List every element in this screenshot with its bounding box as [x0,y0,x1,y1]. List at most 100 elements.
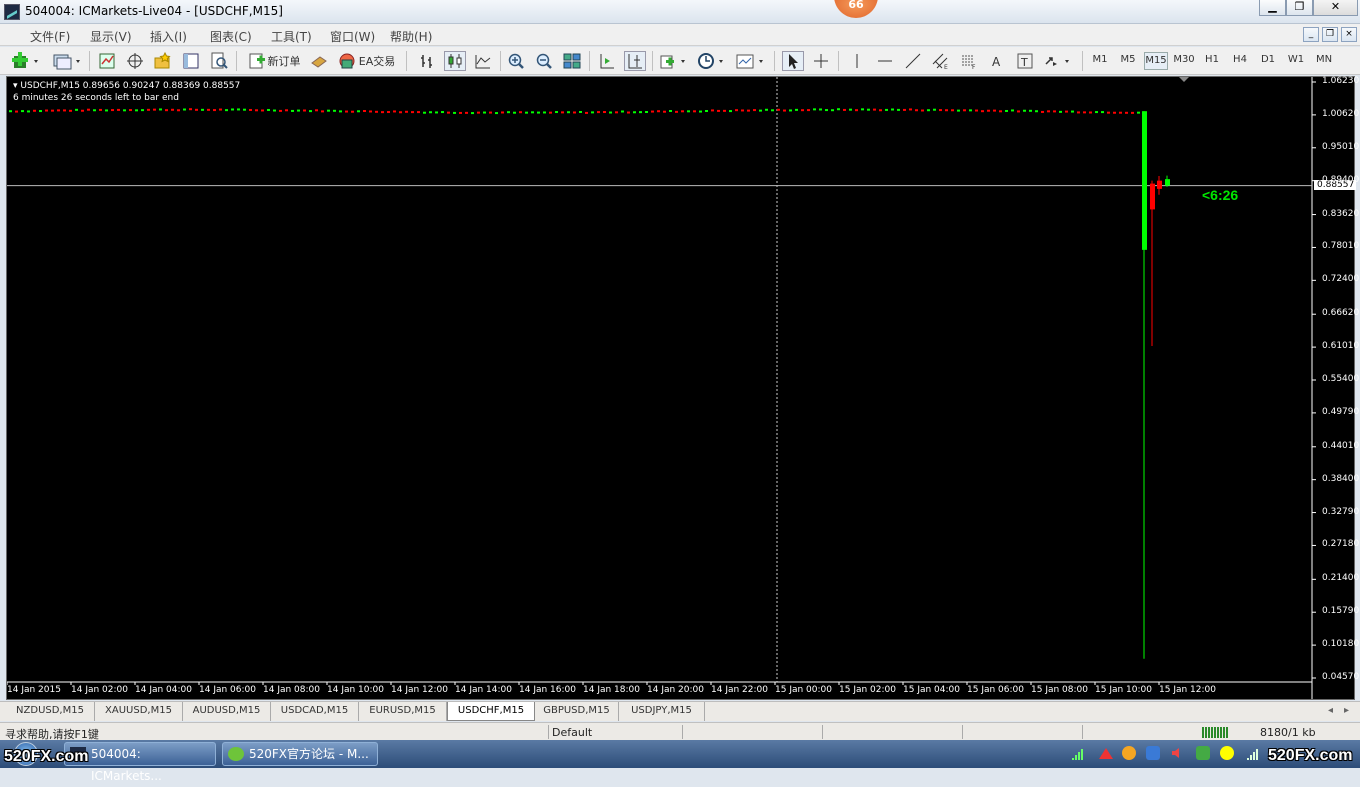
time-tick-label: 15 Jan 12:00 [1159,685,1216,695]
timeframe-d1[interactable]: D1 [1256,52,1280,70]
periods-button[interactable] [696,51,728,71]
ea-trading-label: EA交易 [358,55,396,68]
vertical-line-button[interactable] [846,51,868,71]
antivirus-shield-icon[interactable] [1196,746,1210,760]
connection-status-icon[interactable] [1202,727,1228,738]
menu-tools[interactable]: 工具(T) [271,28,312,45]
volume-icon[interactable] [1170,746,1184,760]
menu-file[interactable]: 文件(F) [30,28,70,45]
indicators-button[interactable] [658,51,690,71]
zoom-out-button[interactable] [533,51,555,71]
tab-usdcad[interactable]: USDCAD,M15 [271,702,359,721]
network-alert-icon[interactable] [1098,746,1113,760]
menu-view[interactable]: 显示(V) [90,28,132,45]
wifi-icon[interactable] [1070,746,1084,760]
candlestick-chart-button[interactable] [444,51,466,71]
taskbar-browser[interactable]: 520FX官方论坛 - M... [222,742,378,766]
fibonacci-icon: F [962,55,976,70]
menu-charts[interactable]: 图表(C) [210,28,252,45]
tab-scroll-right-icon[interactable]: ▸ [1344,705,1349,716]
update-icon[interactable] [1220,746,1234,760]
fibonacci-button[interactable]: F [958,51,980,71]
navigator-button[interactable] [124,51,146,71]
templates-button[interactable] [734,51,768,71]
bar-chart-button[interactable] [416,51,438,71]
close-button[interactable]: ✕ [1313,0,1358,16]
notification-badge[interactable]: 66 [834,0,878,18]
equidistant-channel-button[interactable]: E [930,51,952,71]
favorites-button[interactable] [152,51,174,71]
crosshair-tool-button[interactable] [810,51,832,71]
candle-body [1165,179,1170,186]
text-tool-button[interactable]: A [986,51,1008,71]
chart-shift-button[interactable] [624,51,646,71]
tab-usdchf[interactable]: USDCHF,M15 [447,702,535,721]
arrows-button[interactable] [1042,51,1074,71]
menu-bar: 文件(F) 显示(V) 插入(I) 图表(C) 工具(T) 窗口(W) 帮助(H… [0,24,1360,46]
mdi-close-button[interactable]: × [1341,27,1357,42]
tester-button[interactable] [208,51,230,71]
security-shield-icon[interactable] [1146,746,1160,760]
price-chart[interactable] [7,77,1354,699]
minimize-button[interactable]: ▁ [1259,0,1286,16]
timeframe-w1[interactable]: W1 [1284,52,1308,70]
status-profile: Default [552,726,593,739]
trendline-button[interactable] [902,51,924,71]
timeframe-mn[interactable]: MN [1312,52,1336,70]
bar-countdown: <6:26 [1202,187,1239,203]
menu-help[interactable]: 帮助(H) [390,28,432,45]
qq-icon[interactable] [1122,746,1136,760]
timeframe-h4[interactable]: H4 [1228,52,1252,70]
price-tick-label: 0.95010 [1322,141,1360,152]
horizontal-line-icon [878,60,892,62]
chart-window[interactable]: ▾ USDCHF,M15 0.89656 0.90247 0.88369 0.8… [6,76,1360,700]
metaeditor-button[interactable] [308,51,330,71]
tab-gbpusd[interactable]: GBPUSD,M15 [535,702,619,721]
tab-scroll-left-icon[interactable]: ◂ [1328,705,1333,716]
new-order-button[interactable]: 新订单 [243,51,305,71]
tab-usdjpy[interactable]: USDJPY,M15 [619,702,705,721]
market-watch-button[interactable] [96,51,118,71]
status-traffic: 8180/1 kb [1260,726,1316,739]
signal-icon[interactable] [1246,746,1260,760]
mdi-restore-button[interactable]: ❐ [1322,27,1338,42]
watermark-right: 520FX.com [1268,747,1353,764]
menu-window[interactable]: 窗口(W) [330,28,375,45]
taskbar: 504004: ICMarkets... 520FX官方论坛 - M... 52… [0,740,1360,783]
timeframe-m5[interactable]: M5 [1116,52,1140,70]
tab-eurusd[interactable]: EURUSD,M15 [359,702,447,721]
text-label-button[interactable]: T [1014,51,1036,71]
autoscroll-button[interactable] [596,51,618,71]
mdi-minimize-button[interactable]: _ [1303,27,1319,42]
maximize-button[interactable]: ❐ [1286,0,1313,16]
timeframe-h1[interactable]: H1 [1200,52,1224,70]
time-tick-label: 14 Jan 06:00 [199,685,256,695]
tab-xauusd[interactable]: XAUUSD,M15 [95,702,183,721]
line-chart-button[interactable] [472,51,494,71]
timeframe-m1[interactable]: M1 [1088,52,1112,70]
time-tick-label: 15 Jan 00:00 [775,685,832,695]
candlestick-icon [448,54,462,68]
chart-ohlc-line: ▾ USDCHF,M15 0.89656 0.90247 0.88369 0.8… [13,81,240,91]
chart-shift-marker [1179,77,1189,82]
horizontal-line-button[interactable] [874,51,896,71]
trendline-icon [905,53,921,69]
menu-insert[interactable]: 插入(I) [150,28,187,45]
browser-icon [228,747,244,761]
tab-audusd[interactable]: AUDUSD,M15 [183,702,271,721]
timeframe-m15[interactable]: M15 [1144,52,1168,70]
profiles-button[interactable] [50,51,84,71]
terminal-button[interactable] [180,51,202,71]
zoom-in-button[interactable] [505,51,527,71]
collapse-arrow-icon[interactable]: ▾ [13,81,18,91]
new-chart-button[interactable] [10,51,44,71]
toolbar: 新订单 EA交易 E F A T M1 M5 M15 M30 H1 H4 D1 … [0,47,1360,75]
time-tick-label: 14 Jan 10:00 [327,685,384,695]
tab-nzdusd[interactable]: NZDUSD,M15 [6,702,95,721]
text-label-icon: T [1017,53,1033,69]
timeframe-m30[interactable]: M30 [1172,52,1196,70]
clock-icon [698,53,723,69]
ea-trading-button[interactable]: EA交易 [334,51,398,71]
cursor-tool-button[interactable] [782,51,804,71]
tile-windows-button[interactable] [561,51,583,71]
